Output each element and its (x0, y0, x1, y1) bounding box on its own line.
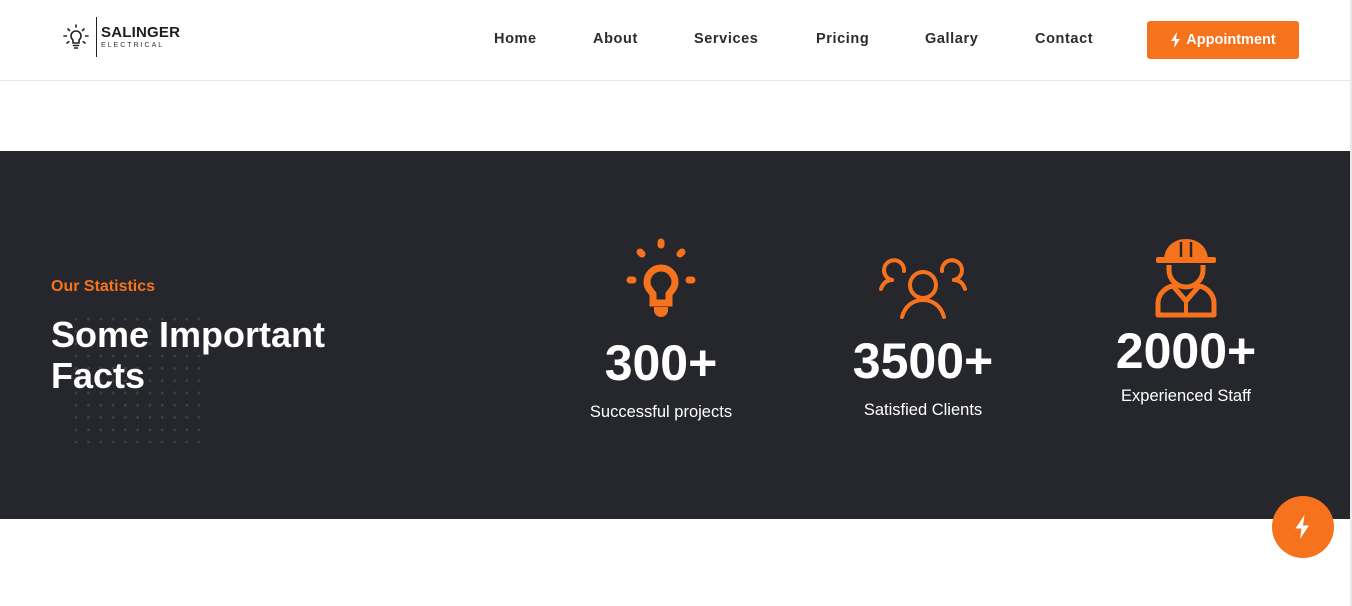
nav-gallary[interactable]: Gallary (925, 31, 978, 47)
users-icon (879, 258, 967, 319)
lightbulb-icon (63, 24, 89, 49)
logo-divider (96, 17, 97, 57)
statistics-section: Our Statistics Some Important Facts 300+… (0, 151, 1350, 519)
nav-about[interactable]: About (593, 31, 638, 47)
nav-home[interactable]: Home (494, 31, 537, 47)
nav-pricing[interactable]: Pricing (816, 31, 869, 47)
stat-card-staff: 2000+ Experienced Staff (1096, 237, 1276, 406)
stat-card-clients: 3500+ Satisfied Clients (833, 247, 1013, 420)
section-eyebrow: Our Statistics (51, 278, 156, 295)
brand-subtitle: ELECTRICAL (101, 42, 165, 49)
stat-label: Satisfied Clients (863, 401, 983, 419)
stat-card-projects: 300+ Successful projects (571, 237, 751, 422)
appointment-button[interactable]: Appointment (1147, 21, 1299, 59)
stat-number: 2000+ (1115, 323, 1257, 379)
section-title: Some Important Facts (51, 314, 326, 396)
brand-text: SALINGER ELECTRICAL (101, 25, 180, 49)
bolt-icon (1171, 32, 1181, 48)
nav-services[interactable]: Services (694, 31, 758, 47)
lightbulb-icon (626, 238, 696, 317)
stat-number: 3500+ (852, 333, 994, 389)
floating-action-button[interactable] (1272, 496, 1334, 558)
worker-icon (1155, 239, 1217, 318)
brand-logo[interactable]: SALINGER ELECTRICAL (60, 16, 180, 58)
brand-name: SALINGER (101, 24, 181, 41)
appointment-label: Appointment (1186, 32, 1276, 48)
stat-label: Experienced Staff (1121, 387, 1251, 405)
site-header: SALINGER ELECTRICAL Home About Services … (0, 0, 1350, 81)
nav-contact[interactable]: Contact (1035, 31, 1093, 47)
stat-number: 300+ (604, 335, 718, 391)
bolt-icon (1295, 515, 1309, 539)
stat-label: Successful projects (589, 403, 733, 421)
